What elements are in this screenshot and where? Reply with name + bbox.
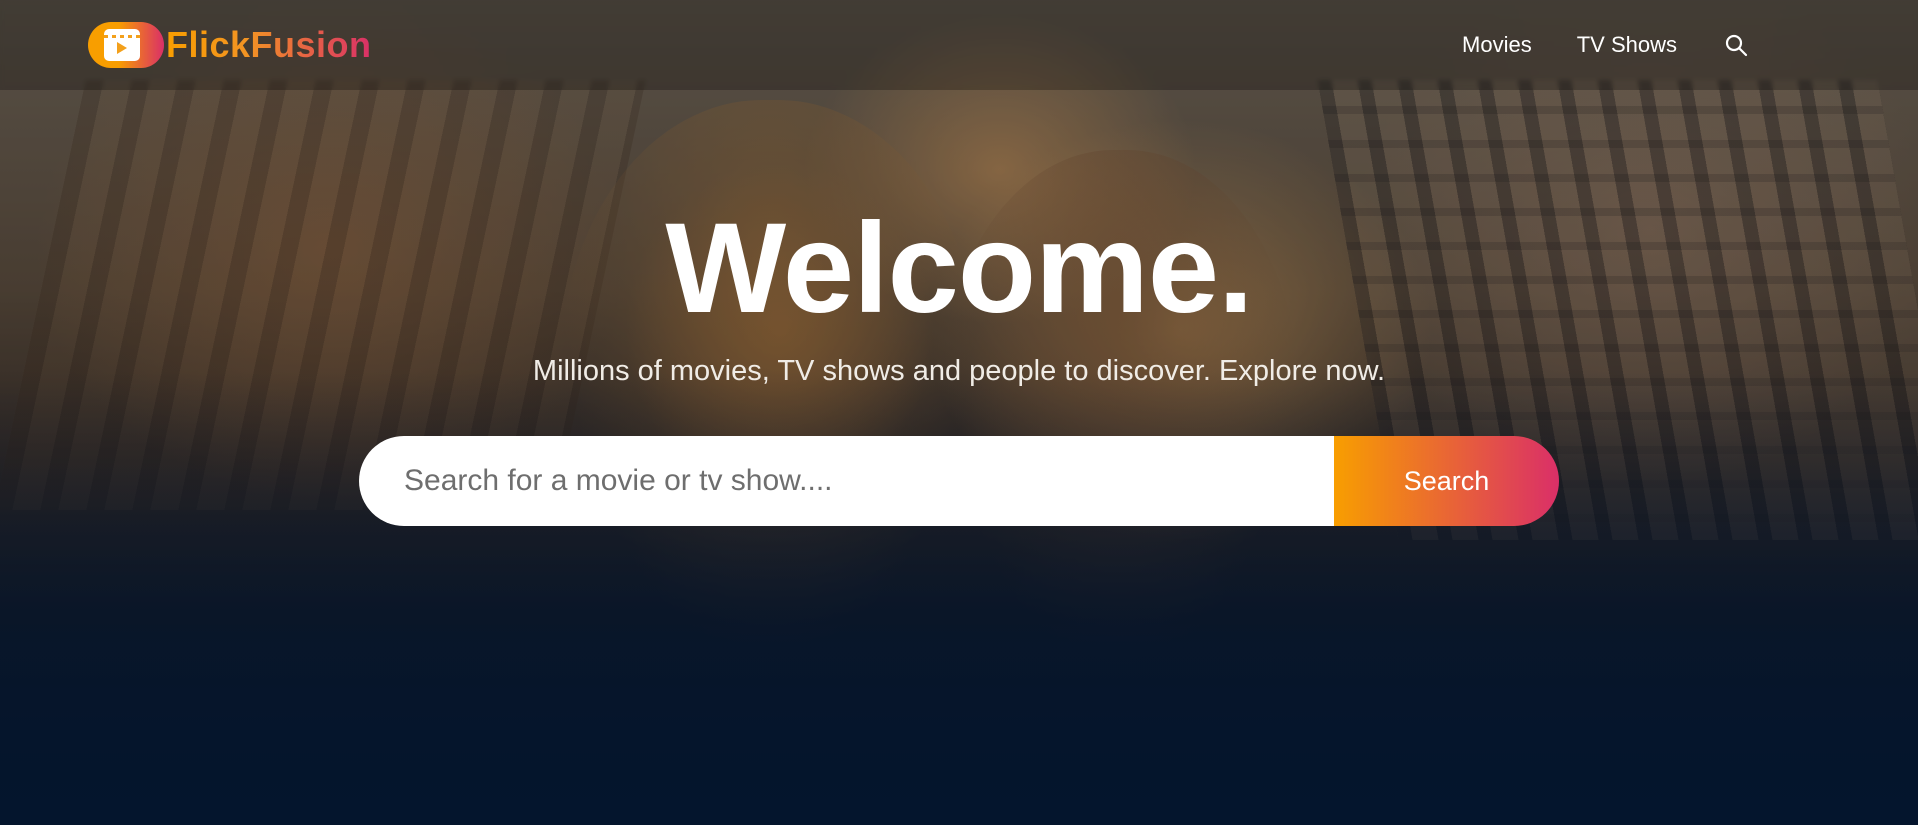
clapperboard-play-icon xyxy=(88,22,164,68)
hero-section: Welcome. Millions of movies, TV shows an… xyxy=(0,205,1918,526)
clapperboard-shape xyxy=(104,29,140,61)
logo[interactable]: FlickFusion xyxy=(88,22,372,68)
search-icon[interactable] xyxy=(1722,31,1750,59)
search-input[interactable] xyxy=(359,436,1334,526)
hero-title: Welcome. xyxy=(665,197,1253,340)
search-button[interactable]: Search xyxy=(1334,436,1559,526)
main-nav: Movies TV Shows xyxy=(1462,31,1750,59)
site-header: FlickFusion Movies TV Shows xyxy=(0,0,1918,90)
nav-item-movies[interactable]: Movies xyxy=(1462,32,1532,58)
nav-item-tv-shows[interactable]: TV Shows xyxy=(1577,32,1677,58)
logo-text: FlickFusion xyxy=(166,24,372,65)
hero-search-bar: Search xyxy=(359,436,1559,526)
home-page: FlickFusion Movies TV Shows Welcome. Mil… xyxy=(0,0,1918,825)
hero-subtitle: Millions of movies, TV shows and people … xyxy=(532,355,1386,387)
